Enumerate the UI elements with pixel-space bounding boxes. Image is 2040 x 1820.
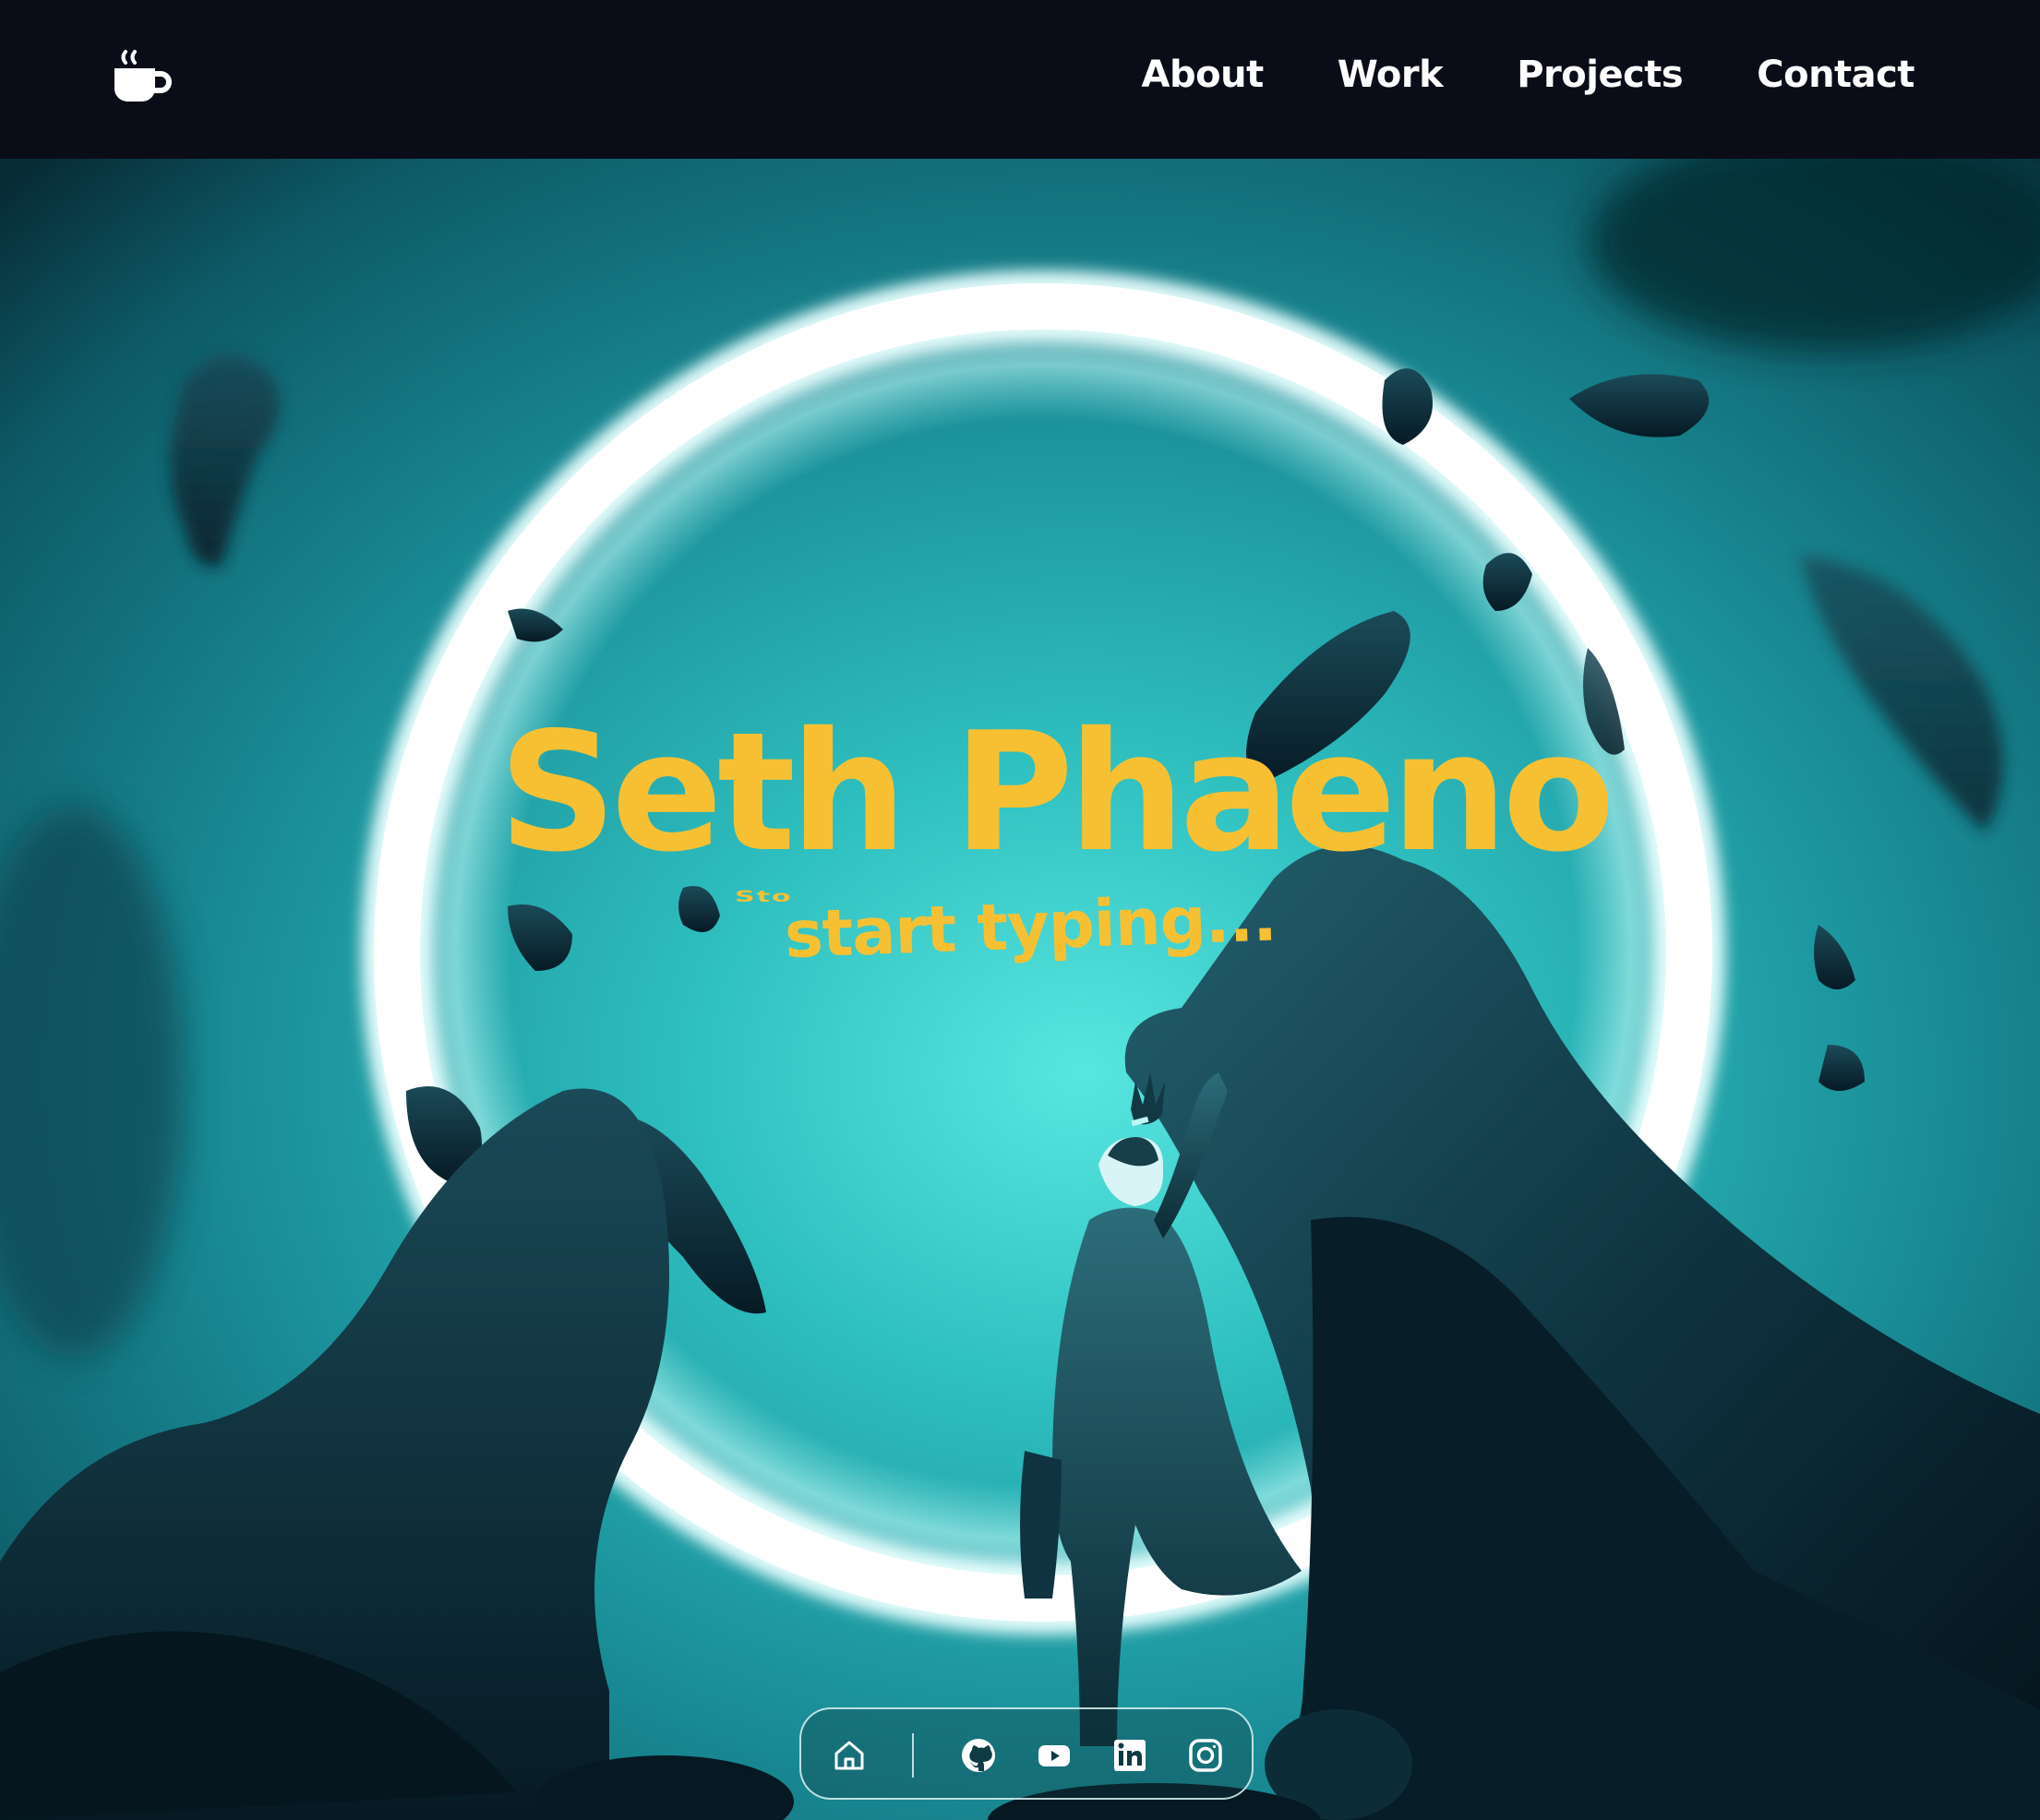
home-icon[interactable]	[829, 1735, 870, 1776]
nav-link-contact[interactable]: Contact	[1757, 54, 1914, 96]
linkedin-icon[interactable]	[1110, 1735, 1150, 1776]
dock-divider	[912, 1733, 914, 1778]
nav-link-about[interactable]: About	[1142, 54, 1265, 96]
hero-section: Seth Phaeno Sto start typing...	[0, 159, 2040, 1820]
hero-title: Seth Phaeno	[498, 697, 1615, 888]
page: About Work Projects Contact Seth Phaeno …	[0, 0, 2040, 1820]
main-nav: About Work Projects Contact	[1142, 0, 1915, 150]
github-icon[interactable]	[958, 1735, 999, 1776]
top-navbar: About Work Projects Contact	[0, 0, 2040, 159]
nav-link-work[interactable]: Work	[1338, 54, 1444, 96]
youtube-icon[interactable]	[1034, 1735, 1074, 1776]
coffee-cup-icon[interactable]	[113, 48, 172, 107]
instagram-icon[interactable]	[1185, 1735, 1226, 1776]
social-dock	[799, 1707, 1254, 1800]
hero-background-illustration	[0, 159, 2040, 1820]
nav-link-projects[interactable]: Projects	[1517, 54, 1684, 96]
